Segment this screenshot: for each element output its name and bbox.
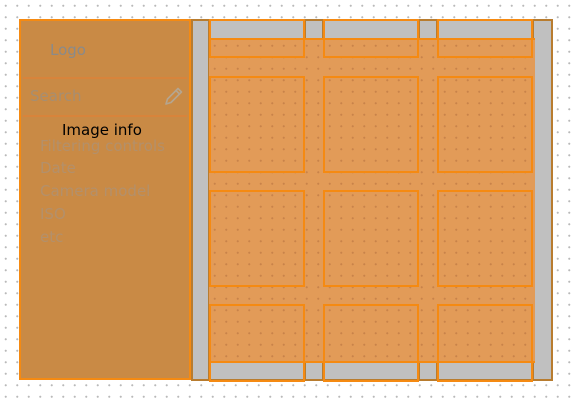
thumbnail-tile[interactable] [209,76,305,173]
thumbnail-tile[interactable] [323,76,419,173]
pencil-icon[interactable] [163,85,185,107]
filter-item-etc[interactable]: etc [40,228,63,246]
thumbnail-tile[interactable] [437,19,533,58]
thumbnail-tile[interactable] [209,190,305,287]
sidebar-divider [23,77,187,79]
thumbnail-tile[interactable] [323,304,419,382]
search-label[interactable]: Search [30,87,82,105]
thumbnail-tile[interactable] [209,304,305,382]
thumbnail-tile[interactable] [437,304,533,382]
logo: Logo [50,41,86,59]
filter-item-date[interactable]: Date [40,159,76,177]
filter-item-filtering-controls[interactable]: Filtering controls [40,137,165,155]
thumbnail-tile[interactable] [209,19,305,58]
thumbnail-tile[interactable] [323,19,419,58]
thumbnail-tile[interactable] [437,76,533,173]
sidebar-divider [23,115,187,117]
sidebar-panel: Logo Search Image info Filtering control… [19,19,191,380]
thumbnail-tile[interactable] [437,190,533,287]
filter-item-iso[interactable]: ISO [40,205,66,223]
filter-item-camera-model[interactable]: Camera model [40,182,150,200]
thumbnail-tile[interactable] [323,190,419,287]
